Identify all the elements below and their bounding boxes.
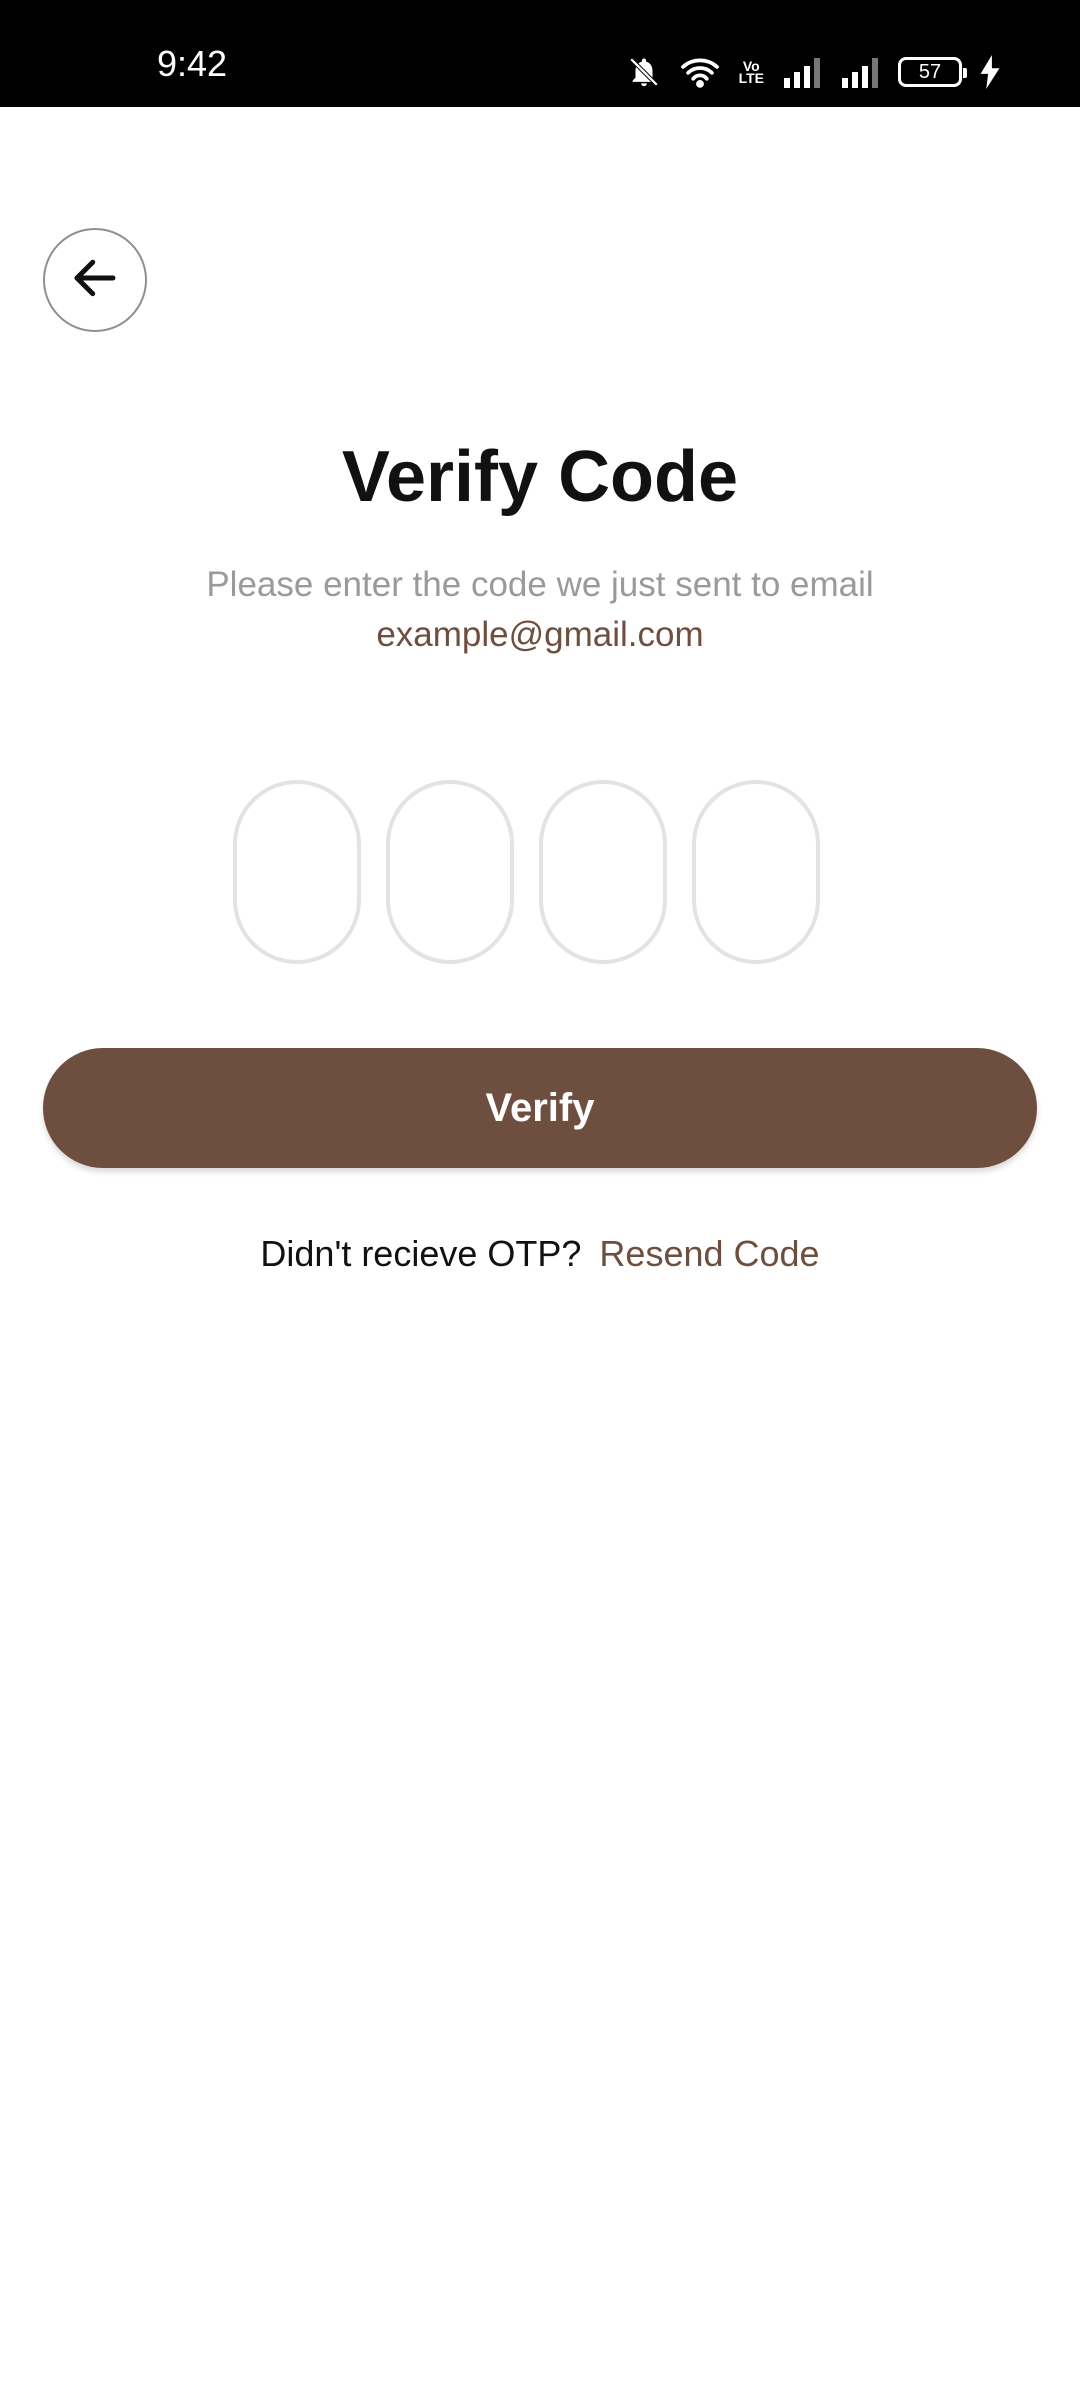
resend-row: Didn't recieve OTP? Resend Code (0, 1232, 1080, 1275)
battery-icon: 57 (898, 57, 967, 87)
otp-digit-4[interactable] (692, 780, 820, 964)
otp-input-group (233, 780, 823, 964)
back-button[interactable] (43, 228, 147, 332)
signal-icon (840, 56, 880, 88)
wifi-icon (679, 55, 721, 89)
otp-digit-3[interactable] (539, 780, 667, 964)
instruction-text: Please enter the code we just sent to em… (206, 565, 874, 604)
otp-digit-1[interactable] (233, 780, 361, 964)
bell-off-icon (627, 55, 661, 89)
verify-button[interactable]: Verify (43, 1048, 1037, 1168)
email-address: example@gmail.com (376, 615, 704, 654)
resend-code-link[interactable]: Resend Code (599, 1233, 819, 1274)
status-time: 9:42 (157, 43, 228, 84)
signal-icon (782, 56, 822, 88)
page-title: Verify Code (341, 437, 739, 517)
status-icons: Vo LTE 57 (627, 50, 1000, 94)
volte-icon: Vo LTE (738, 58, 764, 86)
otp-digit-2[interactable] (386, 780, 514, 964)
status-bar: 9:42 Vo LTE 57 (0, 0, 1080, 107)
charging-icon (980, 55, 1000, 89)
arrow-left-icon (68, 251, 122, 310)
resend-prompt: Didn't recieve OTP? (260, 1233, 582, 1274)
